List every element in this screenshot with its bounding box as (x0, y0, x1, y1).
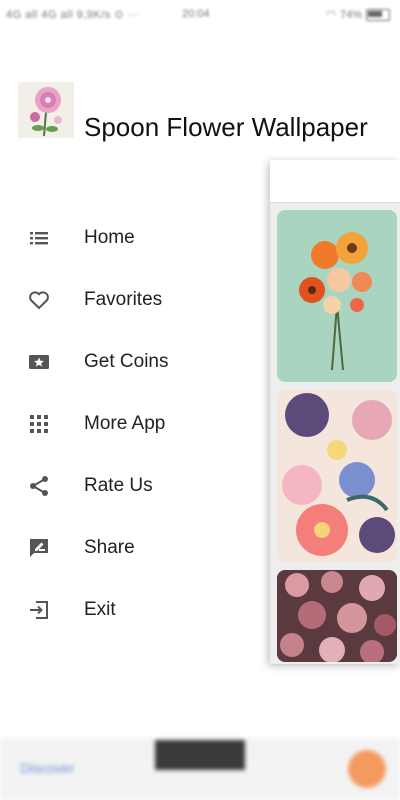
exit-icon (26, 597, 52, 623)
list-icon (26, 225, 52, 251)
wallpaper-tile-bouquet[interactable] (277, 210, 397, 382)
menu-item-home[interactable]: Home (0, 214, 260, 262)
drawer-header: Spoon Flower Wallpaper (0, 60, 400, 170)
heart-icon (26, 287, 52, 313)
menu-item-label: Rate Us (84, 475, 153, 496)
wallpaper-tile-floral-pattern[interactable] (277, 390, 397, 562)
menu-item-label: Get Coins (84, 351, 169, 372)
grid-icon (26, 411, 52, 437)
menu-item-share[interactable]: Share (0, 524, 260, 572)
background-app-content (270, 160, 400, 664)
menu-item-more-app[interactable]: More App (0, 400, 260, 448)
roses-image (277, 570, 397, 662)
ad-image (155, 740, 245, 770)
bouquet-image (277, 210, 397, 382)
status-bar: 4G all 4G all 9,9K/s ⊙ ··· 20:04 ◠ 74% (0, 0, 400, 28)
menu-item-favorites[interactable]: Favorites (0, 276, 260, 324)
menu-item-label: Share (84, 537, 135, 558)
floral-pattern-image (277, 390, 397, 562)
menu-item-label: Favorites (84, 289, 163, 310)
star-ticket-icon (26, 349, 52, 375)
status-right: ◠ 74% (326, 8, 390, 21)
ad-text: Discover (20, 760, 75, 776)
app-title: Spoon Flower Wallpaper (84, 112, 368, 142)
menu-item-label: Home (84, 227, 135, 248)
wifi-icon: ◠ (326, 9, 336, 21)
menu-item-rate-us[interactable]: Rate Us (0, 462, 260, 510)
ad-banner[interactable]: Discover (0, 738, 400, 800)
app-logo (18, 82, 74, 138)
menu-item-get-coins[interactable]: Get Coins (0, 338, 260, 386)
battery-icon (366, 8, 390, 21)
status-time: 20:04 (182, 8, 210, 20)
menu-item-exit[interactable]: Exit (0, 586, 260, 634)
menu-item-label: Exit (84, 599, 116, 620)
wallpaper-tile-roses[interactable] (277, 570, 397, 662)
feedback-icon (26, 535, 52, 561)
ad-logo-icon (348, 750, 386, 788)
status-signal: 4G all 4G all 9,9K/s ⊙ ··· (6, 9, 141, 21)
share-network-icon (26, 473, 52, 499)
menu-item-label: More App (84, 413, 166, 434)
battery-percent: 74% (339, 8, 362, 21)
